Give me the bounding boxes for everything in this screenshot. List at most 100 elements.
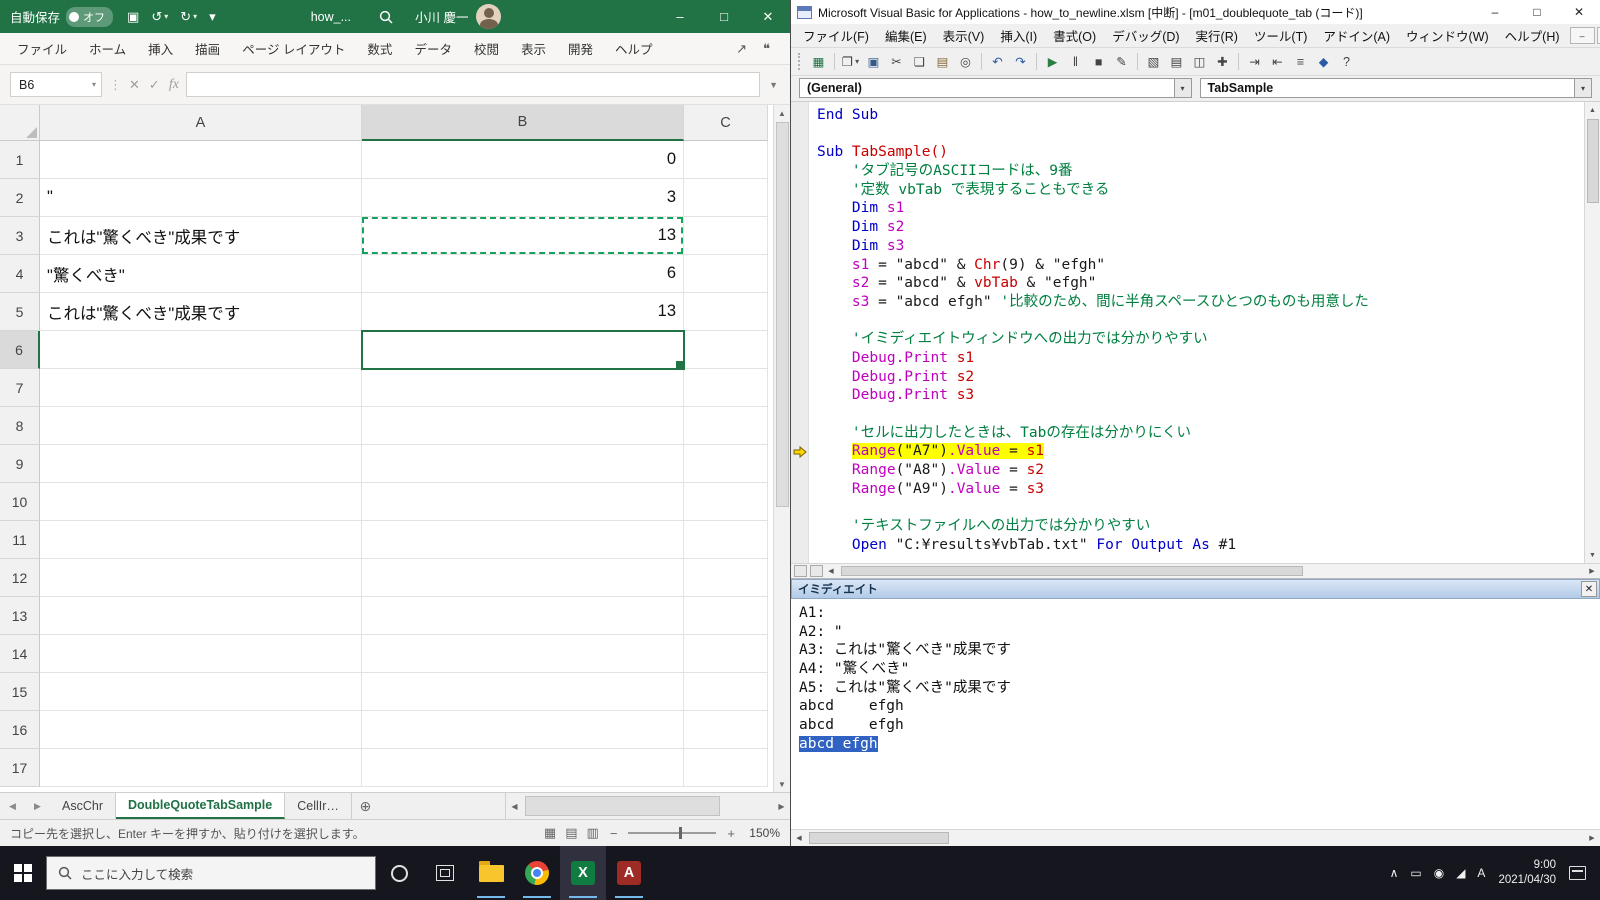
- code-line[interactable]: Range("A9").Value = s3: [791, 480, 1584, 499]
- zoom-out-button[interactable]: −: [610, 826, 618, 841]
- sheet-tab-AscChr[interactable]: AscChr: [50, 793, 116, 819]
- column-header-C[interactable]: C: [684, 105, 768, 141]
- scroll-thumb[interactable]: [809, 832, 949, 844]
- cell-C2[interactable]: [684, 179, 768, 217]
- row-header-3[interactable]: 3: [0, 217, 40, 255]
- scroll-left-icon[interactable]: ◀: [823, 567, 839, 575]
- code-line[interactable]: 'イミディエイトウィンドウへの出力では分かりやすい: [791, 330, 1584, 349]
- ribbon-tab-描画[interactable]: 描画: [184, 33, 231, 64]
- code-line[interactable]: Debug.Print s2: [791, 368, 1584, 387]
- microphone-icon[interactable]: ◉: [1434, 866, 1444, 880]
- row-header-12[interactable]: 12: [0, 559, 40, 597]
- formula-input[interactable]: [186, 72, 760, 97]
- cell-C8[interactable]: [684, 407, 768, 445]
- undo-icon[interactable]: ↺▾: [151, 9, 168, 25]
- cell-A12[interactable]: [40, 559, 362, 597]
- menu-item[interactable]: ヘルプ(H): [1497, 26, 1568, 45]
- design-mode-icon[interactable]: ✎: [1111, 51, 1132, 72]
- code-pane[interactable]: End SubSub TabSample() 'タブ記号のASCIIコードは、9…: [791, 102, 1584, 563]
- project-explorer-icon[interactable]: ▧: [1143, 51, 1164, 72]
- cell-A11[interactable]: [40, 521, 362, 559]
- break-icon[interactable]: ‖: [1065, 51, 1086, 72]
- cell-C11[interactable]: [684, 521, 768, 559]
- taskbar-clock[interactable]: 9:00 2021/04/30: [1498, 858, 1556, 888]
- cell-B11[interactable]: [362, 521, 684, 559]
- action-center-icon[interactable]: [1569, 866, 1586, 880]
- scroll-thumb[interactable]: [841, 566, 1303, 576]
- view-excel-icon[interactable]: ▦: [808, 51, 829, 72]
- cell-B14[interactable]: [362, 635, 684, 673]
- immediate-window-header[interactable]: イミディエイト ✕: [791, 579, 1600, 599]
- immediate-line[interactable]: abcd efgh: [799, 716, 1600, 735]
- find-icon[interactable]: ◎: [955, 51, 976, 72]
- code-line[interactable]: Open "C:¥results¥vbTab.txt" For Output A…: [791, 536, 1584, 555]
- code-line[interactable]: 'タブ記号のASCIIコードは、9番: [791, 162, 1584, 181]
- access-icon[interactable]: A: [606, 846, 652, 900]
- code-line[interactable]: Sub TabSample(): [791, 143, 1584, 162]
- display-icon[interactable]: ▭: [1410, 866, 1421, 880]
- cell-C17[interactable]: [684, 749, 768, 787]
- page-break-view-icon[interactable]: ▥: [587, 825, 599, 841]
- hidden-icons-chevron[interactable]: ∧: [1390, 866, 1399, 880]
- cell-B9[interactable]: [362, 445, 684, 483]
- split-pane-icon[interactable]: [794, 565, 807, 577]
- ribbon-tab-数式[interactable]: 数式: [356, 33, 403, 64]
- cell-C10[interactable]: [684, 483, 768, 521]
- cell-B17[interactable]: [362, 749, 684, 787]
- page-layout-view-icon[interactable]: ▤: [565, 825, 577, 841]
- cancel-button[interactable]: ✕: [129, 77, 140, 93]
- scroll-up-icon[interactable]: ▲: [774, 105, 790, 121]
- ribbon-tab-データ[interactable]: データ: [403, 33, 463, 64]
- scroll-right-icon[interactable]: ▶: [773, 802, 790, 811]
- copy-icon[interactable]: ❏: [909, 51, 930, 72]
- menu-item[interactable]: アドイン(A): [1315, 26, 1398, 45]
- immediate-line[interactable]: abcd efgh: [799, 697, 1600, 716]
- immediate-line[interactable]: abcd efgh: [799, 735, 1600, 754]
- sheet-tab-DoubleQuoteTabSample[interactable]: DoubleQuoteTabSample: [116, 793, 285, 819]
- toolbox-icon[interactable]: ✚: [1212, 51, 1233, 72]
- paste-icon[interactable]: ▤: [932, 51, 953, 72]
- name-box[interactable]: B6 ▾: [10, 72, 102, 97]
- new-sheet-button[interactable]: ⊕: [352, 793, 379, 819]
- indent-icon[interactable]: ⇥: [1244, 51, 1265, 72]
- cell-A4[interactable]: "驚くべき": [40, 255, 362, 293]
- code-line[interactable]: 'テキストファイルへの出力では分かりやすい: [791, 517, 1584, 536]
- select-all-corner[interactable]: [0, 105, 40, 141]
- column-header-B[interactable]: B: [362, 105, 684, 141]
- row-header-1[interactable]: 1: [0, 141, 40, 179]
- cell-A14[interactable]: [40, 635, 362, 673]
- scroll-left-icon[interactable]: ◀: [791, 834, 807, 842]
- cell-A7[interactable]: [40, 369, 362, 407]
- comment-block-icon[interactable]: ≡: [1290, 51, 1311, 72]
- close-button[interactable]: ✕: [746, 0, 790, 33]
- cell-B6[interactable]: [362, 331, 684, 369]
- bookmark-icon[interactable]: ◆: [1313, 51, 1334, 72]
- code-line[interactable]: Dim s1: [791, 199, 1584, 218]
- scroll-down-icon[interactable]: ▼: [1585, 547, 1600, 563]
- cell-B2[interactable]: 3: [362, 179, 684, 217]
- ribbon-tab-開発[interactable]: 開発: [557, 33, 604, 64]
- cell-A17[interactable]: [40, 749, 362, 787]
- ribbon-tab-表示[interactable]: 表示: [510, 33, 557, 64]
- object-dropdown[interactable]: (General) ▾: [799, 78, 1192, 98]
- cell-B15[interactable]: [362, 673, 684, 711]
- undo-icon[interactable]: ↶: [987, 51, 1008, 72]
- redo-icon[interactable]: ↻▾: [180, 9, 197, 25]
- cell-C13[interactable]: [684, 597, 768, 635]
- insert-function-button[interactable]: fx: [169, 77, 179, 93]
- formula-bar-expand-icon[interactable]: ▼: [767, 80, 780, 90]
- zoom-slider[interactable]: [628, 832, 716, 834]
- row-header-7[interactable]: 7: [0, 369, 40, 407]
- cell-B8[interactable]: [362, 407, 684, 445]
- save-icon[interactable]: ▣: [127, 9, 139, 25]
- cell-A8[interactable]: [40, 407, 362, 445]
- ime-mode-indicator[interactable]: A: [1477, 866, 1485, 880]
- cell-B1[interactable]: 0: [362, 141, 684, 179]
- code-line[interactable]: s1 = "abcd" & Chr(9) & "efgh": [791, 256, 1584, 275]
- cell-C5[interactable]: [684, 293, 768, 331]
- outdent-icon[interactable]: ⇤: [1267, 51, 1288, 72]
- split-pane-icon[interactable]: [810, 565, 823, 577]
- code-line[interactable]: s2 = "abcd" & vbTab & "efgh": [791, 274, 1584, 293]
- cell-B16[interactable]: [362, 711, 684, 749]
- immediate-horizontal-scrollbar[interactable]: ◀ ▶: [791, 829, 1600, 846]
